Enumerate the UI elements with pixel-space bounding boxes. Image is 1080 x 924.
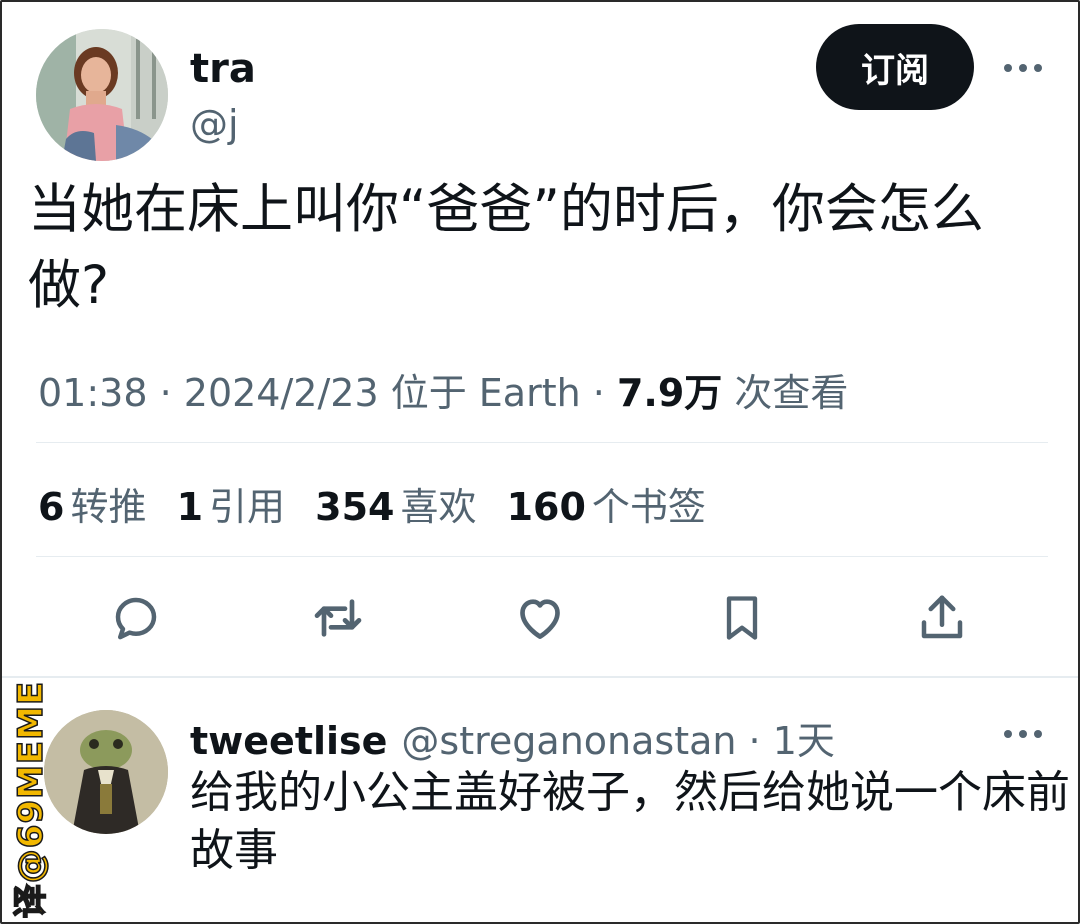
divider: [36, 556, 1048, 557]
tweet-date[interactable]: 2024/2/23: [184, 371, 379, 415]
reply-more-options-icon[interactable]: [998, 714, 1048, 754]
subscribe-button[interactable]: 订阅: [816, 24, 974, 110]
stat-retweets[interactable]: 6 转推: [38, 485, 146, 529]
reply-author-name[interactable]: tweetlise: [190, 719, 387, 763]
views-count: 7.9万: [616, 371, 723, 415]
reply-avatar[interactable]: [44, 710, 168, 834]
retweet-icon[interactable]: [310, 590, 366, 646]
tweet-location: 位于 Earth: [390, 371, 581, 415]
stat-quotes[interactable]: 1 引用: [177, 485, 285, 529]
tweet-text: 当她在床上叫你“爸爸”的时后，你会怎么做?: [28, 179, 984, 316]
separator-dot: ·: [592, 371, 617, 415]
separator-dot: ·: [736, 719, 773, 763]
author-name[interactable]: tra: [190, 46, 256, 92]
author-handle[interactable]: @j: [190, 102, 239, 146]
watermark-text: 译@69MEME: [11, 680, 53, 919]
more-options-icon[interactable]: [998, 48, 1048, 88]
watermark: 译@69MEME: [6, 676, 53, 922]
separator-dot: ·: [159, 371, 184, 415]
stat-bookmarks[interactable]: 160 个书签: [507, 485, 706, 529]
reply-header: tweetlise @streganonastan · 1天: [190, 710, 835, 765]
author-avatar[interactable]: [36, 29, 168, 161]
stat-likes[interactable]: 354 喜欢: [315, 485, 476, 529]
reply-author-handle[interactable]: @streganonastan: [401, 719, 736, 763]
screenshot-frame: tra @j 订阅 当她在床上叫你“爸爸”的时后，你会怎么做? 01:38 · …: [0, 0, 1080, 924]
tweet-meta: 01:38 · 2024/2/23 位于 Earth · 7.9万 次查看: [38, 362, 848, 417]
redaction-blur: [240, 102, 310, 144]
tweet-time[interactable]: 01:38: [38, 371, 148, 415]
bookmark-icon[interactable]: [714, 590, 770, 646]
section-separator: [2, 676, 1078, 678]
like-icon[interactable]: [512, 590, 568, 646]
share-icon[interactable]: [914, 590, 970, 646]
reply-icon[interactable]: [108, 590, 164, 646]
reply-time[interactable]: 1天: [773, 719, 835, 763]
tweet-stats: 6 转推 1 引用 354 喜欢 160 个书签: [38, 476, 724, 531]
divider: [36, 442, 1048, 443]
reply-text: 给我的小公主盖好被子，然后给她说一个床前故事: [190, 767, 1070, 876]
views-label: 次查看: [734, 371, 849, 415]
redaction-blur: [264, 54, 434, 94]
